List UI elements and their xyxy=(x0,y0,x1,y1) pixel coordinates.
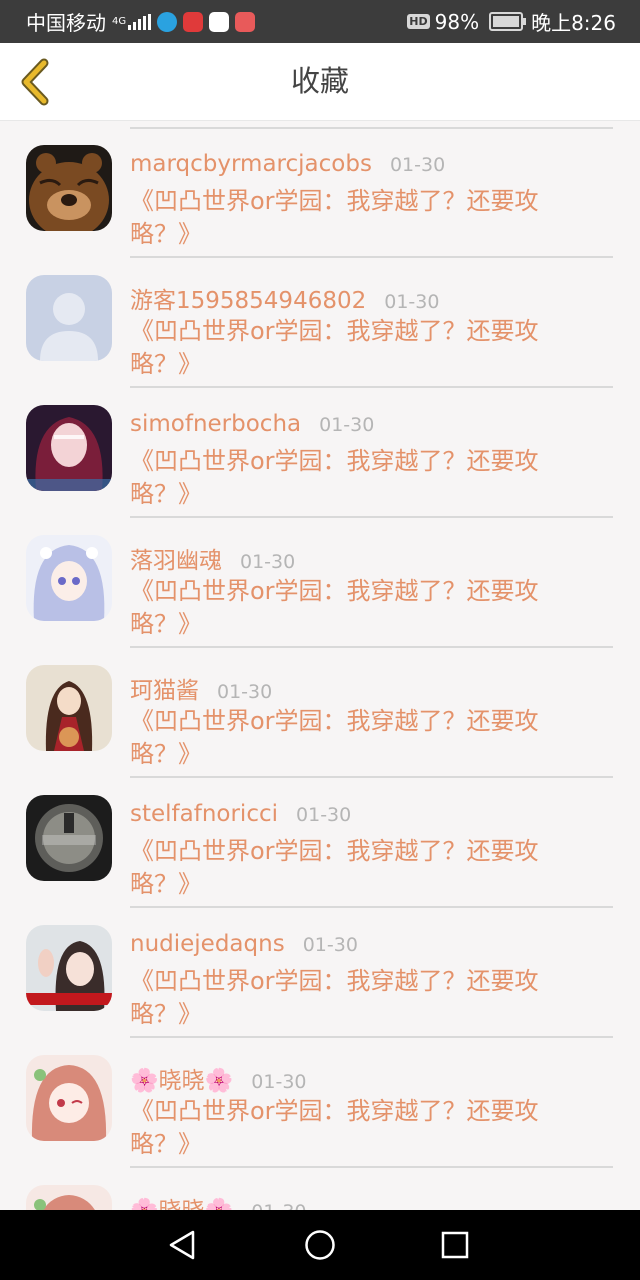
list-item[interactable]: 珂猫酱 01-30 《凹凸世界or学园：我穿越了？还要攻略？》 xyxy=(0,641,640,778)
date-label: 01-30 xyxy=(384,291,440,313)
date-label: 01-30 xyxy=(251,1201,306,1210)
username[interactable]: 游客1595854946802 xyxy=(130,281,366,315)
book-title[interactable]: 《凹凸世界or学园：我穿越了？还要攻略？》 xyxy=(130,1095,560,1161)
date-label: 01-30 xyxy=(302,934,358,956)
hd-badge: HD xyxy=(407,14,430,29)
username[interactable]: stelfafnoricci xyxy=(130,801,278,827)
battery-icon xyxy=(489,12,527,31)
username[interactable]: simofnerbocha xyxy=(130,411,301,437)
date-label: 01-30 xyxy=(217,681,273,703)
username[interactable]: 落羽幽魂 xyxy=(130,541,222,575)
book-title[interactable]: 《凹凸世界or学园：我穿越了？还要攻略？》 xyxy=(130,835,560,901)
username[interactable]: 珂猫酱 xyxy=(130,671,199,705)
book-title[interactable]: 《凹凸世界or学园：我穿越了？还要攻略？》 xyxy=(130,705,560,771)
list-item[interactable]: stelfafnoricci 01-30 《凹凸世界or学园：我穿越了？还要攻略… xyxy=(0,771,640,908)
page-title: 收藏 xyxy=(290,64,349,98)
list-item[interactable]: 🌸晓晓🌸 01-30 xyxy=(0,1161,640,1210)
favorites-list: marqcbyrmarcjacobs 01-30 《凹凸世界or学园：我穿越了？… xyxy=(0,121,640,1210)
pink-anime-avatar[interactable] xyxy=(26,1055,112,1141)
reader-app-icon xyxy=(235,11,256,32)
list-item[interactable]: simofnerbocha 01-30 《凹凸世界or学园：我穿越了？还要攻略？… xyxy=(0,381,640,518)
username[interactable]: marqcbyrmarcjacobs xyxy=(130,151,372,177)
signal-icon xyxy=(128,13,152,30)
street-photo-avatar[interactable] xyxy=(26,795,112,881)
list-item[interactable]: 游客1595854946802 01-30 《凹凸世界or学园：我穿越了？还要攻… xyxy=(0,251,640,388)
list-item[interactable]: marqcbyrmarcjacobs 01-30 《凹凸世界or学园：我穿越了？… xyxy=(0,121,640,258)
illustration-avatar[interactable] xyxy=(26,665,112,751)
book-title[interactable]: 《凹凸世界or学园：我穿越了？还要攻略？》 xyxy=(130,315,560,381)
nav-back-button[interactable] xyxy=(165,1227,201,1263)
home-circle-icon xyxy=(305,1230,335,1260)
selfie-avatar[interactable] xyxy=(26,925,112,1011)
network-type: 4G xyxy=(112,15,127,27)
book-title[interactable]: 《凹凸世界or学园：我穿越了？还要攻略？》 xyxy=(130,185,560,251)
date-label: 01-30 xyxy=(240,551,296,573)
recents-square-icon xyxy=(441,1231,469,1259)
list-item[interactable]: nudiejedaqns 01-30 《凹凸世界or学园：我穿越了？还要攻略？》 xyxy=(0,901,640,1038)
clock: 晚上8:26 xyxy=(531,11,616,35)
nav-recents-button[interactable] xyxy=(437,1227,473,1263)
username[interactable]: 🌸晓晓🌸 xyxy=(130,1061,233,1095)
anime-girl-avatar[interactable] xyxy=(26,535,112,621)
book-title[interactable]: 《凹凸世界or学园：我穿越了？还要攻略？》 xyxy=(130,575,560,641)
list-item[interactable]: 🌸晓晓🌸 01-30 《凹凸世界or学园：我穿越了？还要攻略？》 xyxy=(0,1031,640,1168)
date-label: 01-30 xyxy=(319,414,375,436)
app-header: 收藏 xyxy=(0,43,640,121)
date-label: 01-30 xyxy=(389,154,446,176)
back-triangle-icon xyxy=(169,1230,195,1260)
baidu-app-icon xyxy=(209,11,230,32)
carrier-label: 中国移动 xyxy=(26,11,106,35)
book-title[interactable]: 《凹凸世界or学园：我穿越了？还要攻略？》 xyxy=(130,965,560,1031)
username[interactable]: 🌸晓晓🌸 xyxy=(130,1191,233,1210)
book-title[interactable]: 《凹凸世界or学园：我穿越了？还要攻略？》 xyxy=(130,445,560,511)
pink-anime-avatar[interactable] xyxy=(26,1185,112,1210)
bear-avatar[interactable] xyxy=(26,145,112,231)
battery-percent: 98% xyxy=(434,9,480,34)
date-label: 01-30 xyxy=(296,804,352,826)
date-label: 01-30 xyxy=(251,1071,307,1093)
status-bar: 中国移动 4G HD 98% 晚上8:26 xyxy=(0,0,640,43)
browser-app-icon xyxy=(157,11,178,32)
list-item[interactable]: 落羽幽魂 01-30 《凹凸世界or学园：我穿越了？还要攻略？》 xyxy=(0,511,640,648)
system-nav-bar xyxy=(0,1210,640,1280)
nav-home-button[interactable] xyxy=(302,1227,338,1263)
default-avatar[interactable] xyxy=(26,275,112,361)
username[interactable]: nudiejedaqns xyxy=(130,931,285,957)
girl-photo-avatar[interactable] xyxy=(26,405,112,491)
mail-app-icon xyxy=(183,11,204,32)
